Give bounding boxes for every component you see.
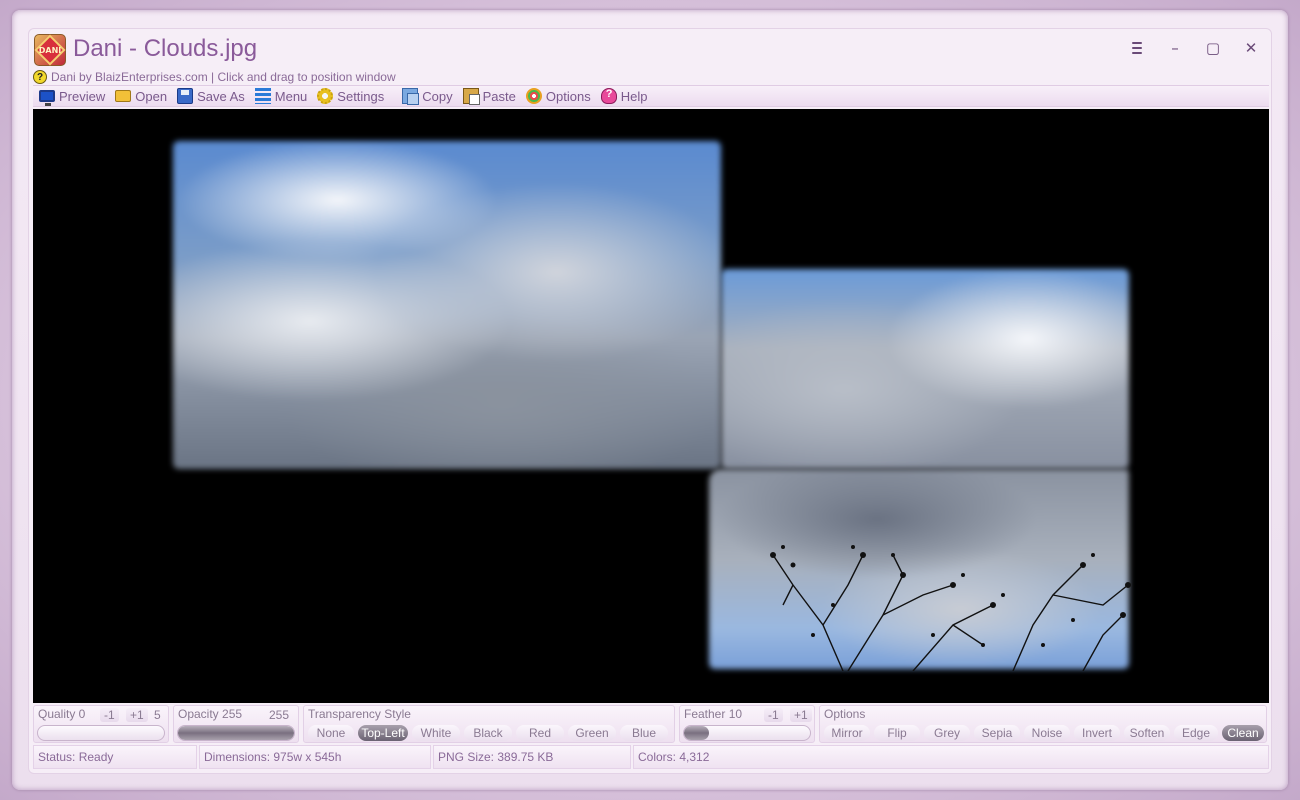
feather-plus-button[interactable]: +1 <box>790 708 812 722</box>
option-mirror[interactable]: Mirror <box>824 725 870 741</box>
feather-group: Feather 10 -1 +1 <box>679 705 815 743</box>
feather-slider-fill <box>684 726 710 740</box>
opacity-label: Opacity 255 <box>178 707 243 721</box>
status-state: Status: Ready <box>33 745 197 769</box>
maximize-button[interactable]: ▢ <box>1201 37 1225 59</box>
transparency-option-none[interactable]: None <box>308 725 354 741</box>
control-panel: Quality 0 -1 +1 5 Opacity 255 255 Transp… <box>33 705 1269 743</box>
transparency-label: Transparency Style <box>308 707 411 721</box>
close-button[interactable]: ✕ <box>1239 37 1263 59</box>
opacity-group: Opacity 255 255 <box>173 705 299 743</box>
image-region-top-left <box>173 141 721 469</box>
option-edge[interactable]: Edge <box>1174 725 1218 741</box>
monitor-icon <box>39 90 55 106</box>
toolbar: Preview Open Save As Menu Settings Copy … <box>33 85 1269 107</box>
image-region-middle-right <box>721 269 1129 469</box>
copy-icon <box>402 88 420 105</box>
options-group: Options Mirror Flip Grey Sepia Noise Inv… <box>819 705 1267 743</box>
transparency-group: Transparency Style None Top-Left White B… <box>303 705 675 743</box>
paste-icon <box>462 88 480 105</box>
toolbar-label: Settings <box>337 88 385 104</box>
toolbar-save-as-button[interactable]: Save As <box>177 86 245 106</box>
question-icon: ? <box>33 70 47 84</box>
transparency-option-top-left[interactable]: Top-Left <box>358 725 408 741</box>
toolbar-label: Help <box>620 88 648 104</box>
opacity-slider[interactable] <box>177 725 295 741</box>
toolbar-label: Options <box>545 88 591 104</box>
menu-icon <box>254 88 271 104</box>
transparency-option-green[interactable]: Green <box>568 725 616 741</box>
subtitle-bar: ? Dani by BlaizEnterprises.com | Click a… <box>33 69 396 85</box>
quality-label: Quality 0 <box>38 707 86 721</box>
toolbar-preview-button[interactable]: Preview <box>39 86 105 106</box>
transparency-option-white[interactable]: White <box>412 725 460 741</box>
quality-value: 5 <box>154 708 161 722</box>
window-title: Dani - Clouds.jpg <box>73 35 258 62</box>
option-grey[interactable]: Grey <box>924 725 970 741</box>
toolbar-options-button[interactable]: Options <box>525 86 591 106</box>
window-controls: – ▢ ✕ <box>1125 37 1263 59</box>
option-flip[interactable]: Flip <box>874 725 920 741</box>
transparency-option-blue[interactable]: Blue <box>620 725 668 741</box>
app-logo-icon: DANI <box>34 34 66 66</box>
option-soften[interactable]: Soften <box>1124 725 1170 741</box>
quality-slider[interactable] <box>37 725 165 741</box>
toolbar-open-button[interactable]: Open <box>115 86 167 106</box>
app-window: DANI Dani - Clouds.jpg – ▢ ✕ ? Dani by B… <box>28 28 1272 774</box>
options-label: Options <box>824 707 866 721</box>
toolbar-menu-button[interactable]: Menu <box>254 86 308 106</box>
feather-minus-button[interactable]: -1 <box>764 708 783 722</box>
toolbar-copy-button[interactable]: Copy <box>402 86 453 106</box>
opacity-value: 255 <box>269 708 290 722</box>
help-icon <box>600 88 617 104</box>
tree-branches-silhouette <box>770 545 1131 671</box>
toolbar-label: Preview <box>59 88 106 104</box>
option-noise[interactable]: Noise <box>1024 725 1070 741</box>
status-dimensions: Dimensions: 975w x 545h <box>199 745 431 769</box>
status-colors: Colors: 4,312 <box>633 745 1269 769</box>
quality-plus-button[interactable]: +1 <box>126 708 148 722</box>
toolbar-label: Open <box>135 88 168 104</box>
toolbar-label: Menu <box>274 88 308 104</box>
disk-icon <box>177 88 194 104</box>
feather-slider[interactable] <box>683 725 811 741</box>
option-invert[interactable]: Invert <box>1074 725 1120 741</box>
logo-text: DANI <box>38 45 62 55</box>
options-icon <box>525 88 542 104</box>
gear-icon <box>317 88 334 104</box>
transparency-option-black[interactable]: Black <box>464 725 512 741</box>
subtitle-text: Dani by BlaizEnterprises.com | Click and… <box>51 70 396 84</box>
option-clean[interactable]: Clean <box>1222 725 1264 741</box>
option-sepia[interactable]: Sepia <box>974 725 1020 741</box>
toolbar-label: Copy <box>422 88 453 104</box>
toolbar-paste-button[interactable]: Paste <box>462 86 516 106</box>
image-canvas[interactable] <box>33 109 1269 703</box>
opacity-slider-fill <box>178 726 294 740</box>
quality-minus-button[interactable]: -1 <box>100 708 119 722</box>
transparency-option-red[interactable]: Red <box>516 725 564 741</box>
minimize-button[interactable]: – <box>1163 37 1187 59</box>
hamburger-icon[interactable] <box>1125 37 1149 59</box>
toolbar-label: Save As <box>197 88 245 104</box>
toolbar-label: Paste <box>482 88 516 104</box>
status-size: PNG Size: 389.75 KB <box>433 745 631 769</box>
quality-group: Quality 0 -1 +1 5 <box>33 705 169 743</box>
title-bar[interactable]: DANI Dani - Clouds.jpg – ▢ ✕ <box>29 29 1271 69</box>
status-bar: Status: Ready Dimensions: 975w x 545h PN… <box>33 745 1269 769</box>
toolbar-settings-button[interactable]: Settings <box>317 86 384 106</box>
toolbar-help-button[interactable]: Help <box>600 86 648 106</box>
feather-label: Feather 10 <box>684 707 743 721</box>
folder-icon <box>115 90 132 102</box>
